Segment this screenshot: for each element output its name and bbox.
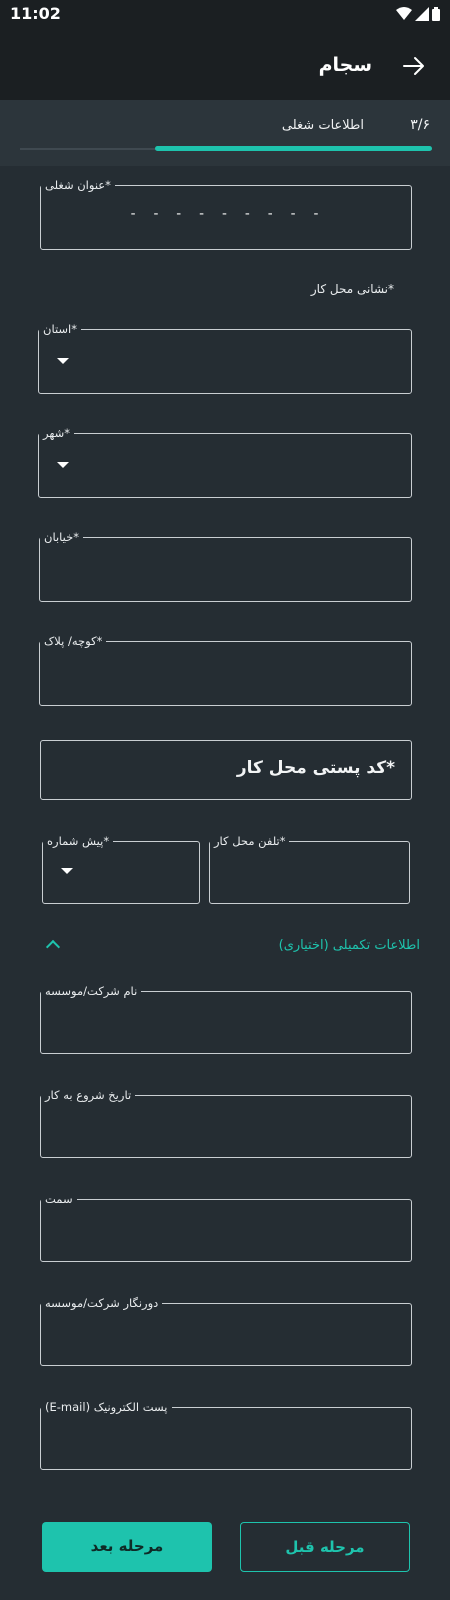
chevron-down-icon [57, 462, 69, 468]
optional-section-title: اطلاعات تکمیلی (اختیاری) [278, 938, 420, 953]
email-field[interactable]: پست الکترونیک (E-mail) [40, 1400, 412, 1470]
position-label: سمت [45, 1192, 73, 1206]
chevron-up-icon [45, 939, 61, 955]
app-bar: سجام [0, 30, 450, 100]
optional-section-toggle[interactable]: اطلاعات تکمیلی (اختیاری) [40, 936, 420, 960]
area-code-select[interactable]: *پیش شماره [42, 834, 200, 904]
company-name-label: نام شرکت/موسسه [45, 984, 138, 998]
start-date-field[interactable]: تاریخ شروع به کار [40, 1088, 412, 1158]
previous-step-button[interactable]: مرحله قبل [240, 1522, 410, 1572]
area-code-label: *پیش شماره [47, 834, 110, 848]
status-icons [396, 7, 440, 21]
step-indicator: اطلاعات شغلی ۳/۶ [0, 100, 450, 166]
status-time: 11:02 [10, 4, 61, 23]
step-count: ۳/۶ [410, 117, 430, 133]
city-select[interactable]: *شهر [38, 426, 412, 498]
company-name-field[interactable]: نام شرکت/موسسه [40, 984, 412, 1054]
next-step-button[interactable]: مرحله بعد [42, 1522, 212, 1572]
postal-code-field[interactable]: *کد پستی محل کار [40, 740, 412, 800]
progress-fill [155, 146, 432, 151]
email-label: پست الکترونیک (E-mail) [45, 1400, 168, 1414]
start-date-label: تاریخ شروع به کار [45, 1088, 132, 1102]
chevron-down-icon [61, 868, 73, 874]
alley-label: *کوچه/ پلاک [44, 634, 103, 648]
signal-icon [415, 7, 429, 21]
arrow-right-icon [403, 57, 424, 75]
alley-field[interactable]: *کوچه/ پلاک [39, 634, 412, 706]
street-field[interactable]: *خیابان [39, 530, 412, 602]
status-bar: 11:02 [0, 0, 450, 30]
province-label: *استان [43, 322, 78, 336]
company-fax-field[interactable]: دورنگار شرکت/موسسه [40, 1296, 412, 1366]
chevron-down-icon [57, 358, 69, 364]
job-title-value: - - - - - - - - - [128, 206, 324, 222]
work-phone-label: *تلفن محل کار [214, 834, 286, 848]
app-title: سجام [318, 54, 372, 76]
position-field[interactable]: سمت [40, 1192, 412, 1262]
job-title-field[interactable]: *عنوان شغلی - - - - - - - - - [40, 178, 412, 250]
job-title-label: *عنوان شغلی [45, 178, 111, 192]
step-label: اطلاعات شغلی [281, 118, 364, 133]
wifi-icon [396, 7, 412, 20]
address-section-label: *نشانی محل کار [310, 282, 394, 296]
battery-icon [432, 7, 440, 21]
postal-code-placeholder: *کد پستی محل کار [236, 758, 395, 778]
back-button[interactable] [400, 52, 428, 80]
city-label: *شهر [43, 426, 71, 440]
work-phone-field[interactable]: *تلفن محل کار [209, 834, 410, 904]
province-select[interactable]: *استان [38, 322, 412, 394]
company-fax-label: دورنگار شرکت/موسسه [45, 1296, 159, 1310]
street-label: *خیابان [44, 530, 79, 544]
